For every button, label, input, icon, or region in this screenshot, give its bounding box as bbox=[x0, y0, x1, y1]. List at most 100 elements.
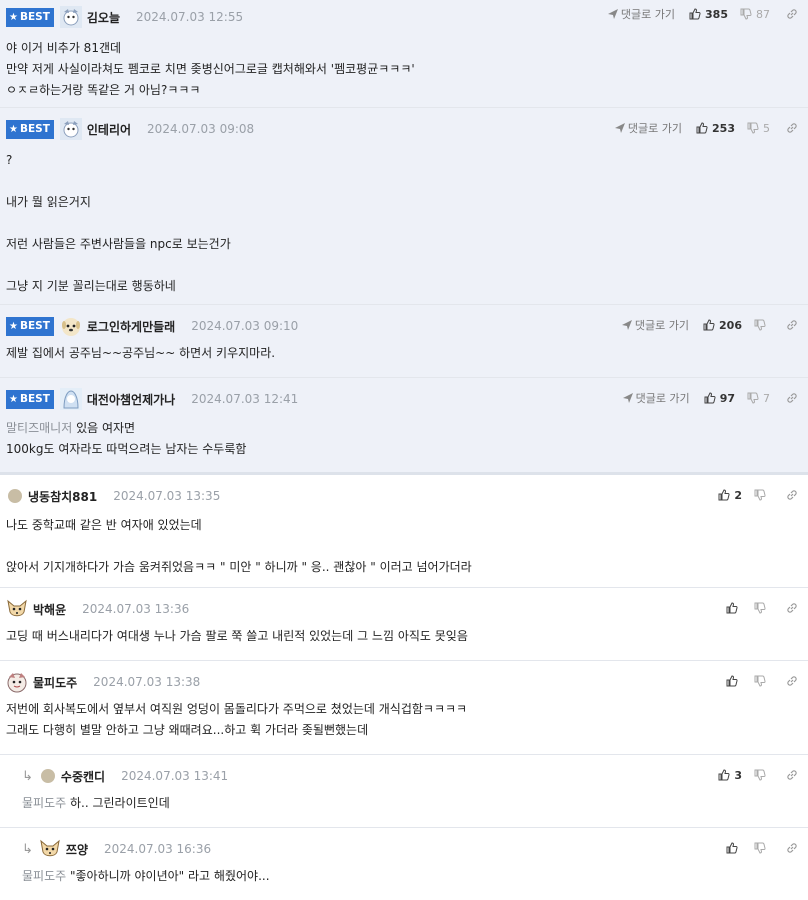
comment-body: 야 이거 비추가 81갠데 만약 저게 사실이라쳐도 펨코로 치면 좆병신어그로글… bbox=[6, 41, 415, 97]
avatar[interactable] bbox=[6, 598, 28, 620]
link-icon[interactable] bbox=[786, 769, 798, 781]
send-icon bbox=[614, 123, 625, 133]
author-nick[interactable]: 수중캔디 bbox=[61, 768, 105, 785]
upvote-button[interactable]: 385 bbox=[689, 8, 728, 21]
downvote-button[interactable]: 87 bbox=[740, 8, 770, 21]
comment-date: 2024.07.03 12:41 bbox=[191, 392, 299, 406]
reply-link[interactable]: 댓글로 가기 bbox=[614, 120, 682, 136]
thumbs-down-icon bbox=[747, 122, 759, 134]
upvote-button[interactable] bbox=[726, 675, 742, 687]
author-nick[interactable]: 쯔양 bbox=[66, 841, 88, 858]
link-icon[interactable] bbox=[786, 392, 798, 404]
thumbs-up-icon bbox=[696, 122, 708, 134]
comment-date: 2024.07.03 13:41 bbox=[121, 769, 229, 783]
link-icon[interactable] bbox=[786, 842, 798, 854]
comment-date: 2024.07.03 13:36 bbox=[82, 602, 190, 616]
star-icon: ★ bbox=[9, 320, 18, 332]
comment-body: 제발 집에서 공주님~~공주님~~ 하면서 키우지마라. bbox=[6, 346, 276, 360]
author-nick[interactable]: 냉동참치881 bbox=[28, 488, 97, 505]
downvote-button[interactable] bbox=[754, 602, 770, 614]
link-icon[interactable] bbox=[786, 8, 798, 20]
reply-arrow-icon: ↳ bbox=[22, 841, 33, 857]
comment-body: 나도 중학교때 같은 반 여자애 있었는데 앉아서 기지개하다가 가슴 움켜쥐었음… bbox=[6, 518, 472, 574]
comment-date: 2024.07.03 16:36 bbox=[104, 842, 212, 856]
comment-body: ? 내가 뭘 읽은거지 저런 사람들은 주변사람들을 npc로 보는건가 그냥 지 기… bbox=[6, 153, 231, 293]
upvote-button[interactable] bbox=[726, 842, 742, 854]
avatar[interactable] bbox=[6, 671, 28, 693]
reply-link[interactable]: 댓글로 가기 bbox=[607, 6, 675, 22]
link-icon[interactable] bbox=[786, 489, 798, 501]
avatar[interactable] bbox=[39, 838, 61, 860]
comment-body: 물피도주 하.. 그린라이트인데 bbox=[22, 796, 170, 810]
author-nick[interactable]: 김오늘 bbox=[87, 9, 120, 26]
upvote-button[interactable]: 2 bbox=[718, 489, 742, 502]
comment-date: 2024.07.03 13:38 bbox=[93, 675, 201, 689]
downvote-button[interactable]: 5 bbox=[747, 122, 770, 135]
upvote-button[interactable]: 3 bbox=[718, 769, 742, 782]
author-nick[interactable]: 로그인하게만들래 bbox=[87, 318, 175, 335]
author-nick[interactable]: 물피도주 bbox=[33, 674, 77, 691]
mention-link[interactable]: 물피도주 bbox=[22, 869, 66, 883]
best-badge: ★ BEST bbox=[6, 119, 54, 139]
avatar[interactable] bbox=[40, 769, 55, 783]
author-nick[interactable]: 박해윤 bbox=[33, 601, 66, 618]
thumbs-up-icon bbox=[703, 319, 715, 331]
upvote-button[interactable]: 206 bbox=[703, 319, 742, 332]
avatar[interactable] bbox=[59, 118, 82, 140]
comment-date: 2024.07.03 13:35 bbox=[113, 489, 221, 503]
reply-link[interactable]: 댓글로 가기 bbox=[621, 317, 689, 333]
avatar[interactable] bbox=[59, 388, 82, 410]
comment: 물피도주 2024.07.03 13:38 저번에 회사복도에서 옆부서 여직원… bbox=[0, 661, 808, 755]
reply-comment: ↳ 수중캔디 2024.07.03 13:41 3 물피도주 하.. 그린라이트… bbox=[0, 755, 808, 828]
thumbs-up-icon bbox=[689, 8, 701, 20]
comment-date: 2024.07.03 09:10 bbox=[191, 319, 299, 333]
send-icon bbox=[622, 393, 633, 403]
author-nick[interactable]: 인테리어 bbox=[87, 121, 131, 138]
thumbs-down-icon bbox=[747, 392, 759, 404]
thumbs-up-icon bbox=[726, 602, 738, 614]
comment-date: 2024.07.03 12:55 bbox=[136, 10, 244, 24]
upvote-button[interactable]: 97 bbox=[704, 392, 735, 405]
best-comment: ★ BEST 로그인하게만들래 2024.07.03 09:10 댓글로 가기 2… bbox=[0, 305, 808, 378]
downvote-button[interactable] bbox=[754, 489, 770, 501]
upvote-button[interactable]: 253 bbox=[696, 122, 735, 135]
thumbs-down-icon bbox=[754, 675, 766, 687]
thumbs-down-icon bbox=[754, 842, 766, 854]
downvote-button[interactable] bbox=[754, 769, 770, 781]
best-badge: ★ BEST bbox=[6, 389, 54, 409]
link-icon[interactable] bbox=[786, 602, 798, 614]
mention-link[interactable]: 물피도주 bbox=[22, 796, 66, 810]
avatar[interactable] bbox=[8, 489, 22, 503]
author-nick[interactable]: 대전아챔언제가나 bbox=[87, 391, 175, 408]
downvote-button[interactable] bbox=[754, 675, 770, 687]
send-icon bbox=[607, 9, 618, 19]
link-icon[interactable] bbox=[786, 122, 798, 134]
comment-body: 고딩 때 버스내리다가 여대생 누나 가슴 팔로 쭉 쓸고 내린적 있었는데 그… bbox=[6, 629, 468, 643]
upvote-button[interactable] bbox=[726, 602, 742, 614]
best-comment: ★ BEST 김오늘 2024.07.03 12:55 댓글로 가기 385 87… bbox=[0, 0, 808, 108]
link-icon[interactable] bbox=[786, 675, 798, 687]
reply-link[interactable]: 댓글로 가기 bbox=[622, 390, 690, 406]
thumbs-up-icon bbox=[726, 675, 738, 687]
star-icon: ★ bbox=[9, 11, 18, 23]
best-comment: ★ BEST 인테리어 2024.07.03 09:08 댓글로 가기 253 5… bbox=[0, 108, 808, 305]
link-icon[interactable] bbox=[786, 319, 798, 331]
downvote-button[interactable]: 7 bbox=[747, 392, 770, 405]
comment: 냉동참치881 2024.07.03 13:35 2 나도 중학교때 같은 반 … bbox=[0, 475, 808, 588]
best-badge: ★ BEST bbox=[6, 316, 54, 336]
downvote-button[interactable] bbox=[754, 319, 770, 331]
avatar[interactable] bbox=[60, 315, 82, 337]
avatar[interactable] bbox=[59, 6, 82, 28]
star-icon: ★ bbox=[9, 393, 18, 405]
comment-body: 물피도주 "좋아하니까 야이년아" 라고 해줬어야... bbox=[22, 869, 270, 883]
thumbs-down-icon bbox=[740, 8, 752, 20]
thumbs-down-icon bbox=[754, 319, 766, 331]
star-icon: ★ bbox=[9, 123, 18, 135]
comment-date: 2024.07.03 09:08 bbox=[147, 122, 255, 136]
mention-link[interactable]: 말티즈매니저 bbox=[6, 421, 72, 435]
best-badge: ★ BEST bbox=[6, 7, 54, 27]
thumbs-down-icon bbox=[754, 489, 766, 501]
thumbs-up-icon bbox=[704, 392, 716, 404]
comment-body: 저번에 회사복도에서 옆부서 여직원 엉덩이 몸돌리다가 주먹으로 쳤었는데 개… bbox=[6, 702, 468, 737]
downvote-button[interactable] bbox=[754, 842, 770, 854]
